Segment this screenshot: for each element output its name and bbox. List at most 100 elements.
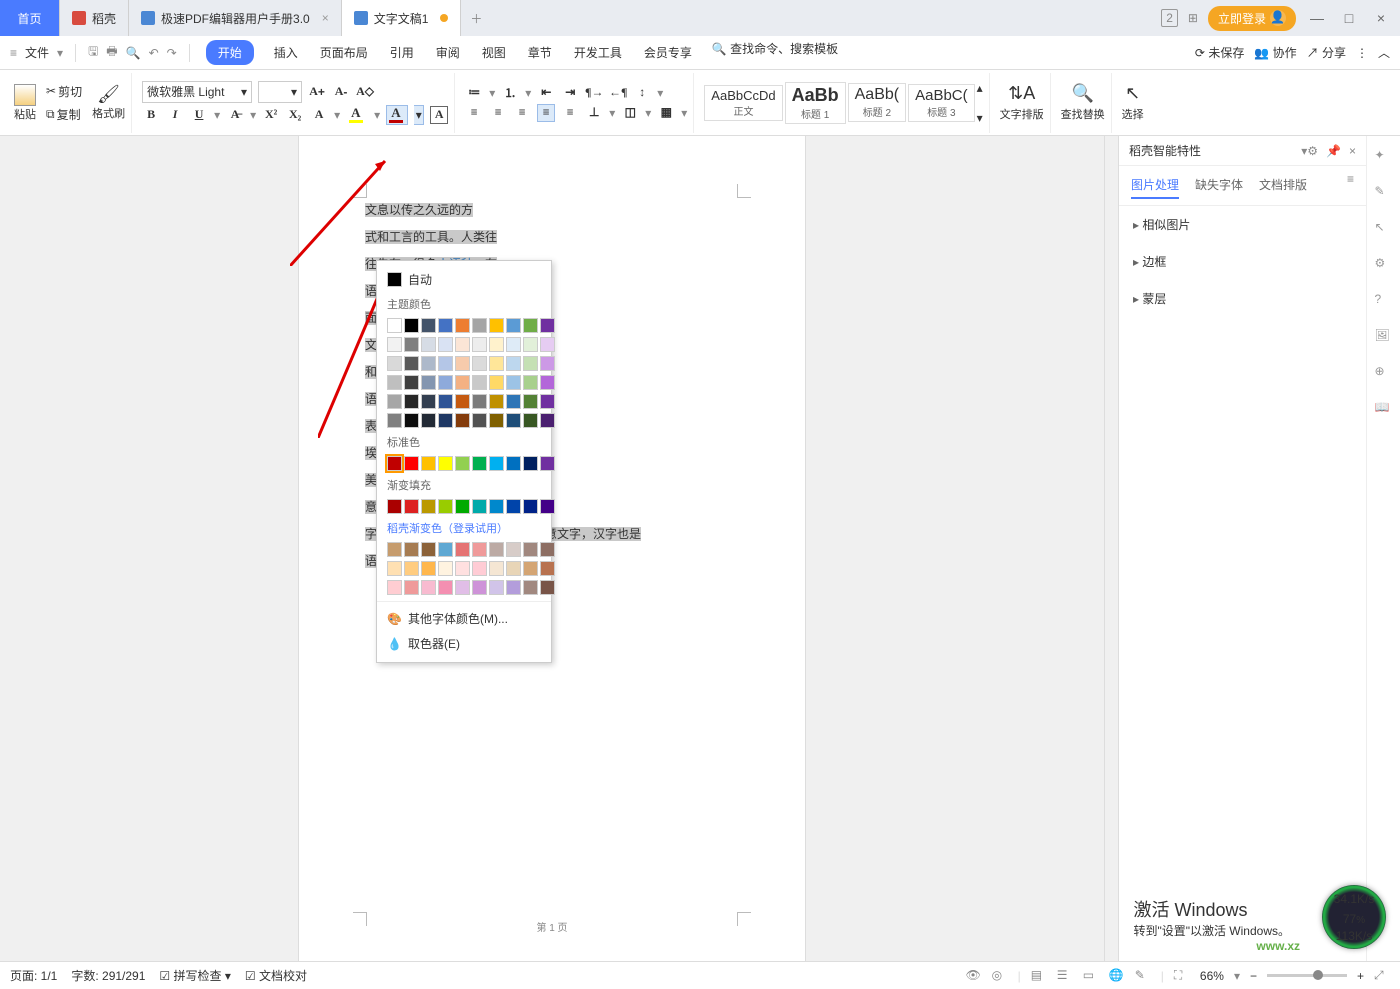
color-swatch[interactable]: [421, 580, 436, 595]
italic-button[interactable]: I: [166, 106, 184, 124]
help-icon[interactable]: ?: [1375, 292, 1393, 310]
undo-icon[interactable]: ↶: [149, 46, 159, 60]
color-swatch[interactable]: [455, 561, 470, 576]
more-icon[interactable]: ⋮: [1356, 46, 1368, 60]
align-distribute-icon[interactable]: ≡: [561, 104, 579, 122]
color-swatch[interactable]: [489, 318, 504, 333]
color-swatch[interactable]: [489, 499, 504, 514]
color-swatch[interactable]: [455, 394, 470, 409]
tab-reference[interactable]: 引用: [388, 40, 416, 65]
paste-icon[interactable]: [14, 84, 36, 106]
unsaved-indicator[interactable]: ⟳ 未保存: [1195, 44, 1244, 61]
hamburger-icon[interactable]: ≡: [10, 46, 17, 60]
zoom-in-button[interactable]: +: [1357, 969, 1364, 983]
color-swatch[interactable]: [472, 394, 487, 409]
color-swatch[interactable]: [506, 542, 521, 557]
color-swatch[interactable]: [540, 456, 555, 471]
color-swatch[interactable]: [489, 394, 504, 409]
vertical-scrollbar[interactable]: [1104, 136, 1118, 961]
color-swatch[interactable]: [472, 413, 487, 428]
border-icon[interactable]: ▦: [657, 104, 675, 122]
color-swatch[interactable]: [540, 499, 555, 514]
color-auto[interactable]: 自动: [377, 267, 551, 292]
cut-button[interactable]: ✂ 剪切: [42, 81, 86, 102]
tab-start[interactable]: 开始: [206, 40, 254, 65]
color-swatch[interactable]: [455, 542, 470, 557]
grid-icon[interactable]: ⊞: [1188, 11, 1198, 25]
color-swatch[interactable]: [387, 456, 402, 471]
color-swatch[interactable]: [489, 375, 504, 390]
color-swatch[interactable]: [387, 561, 402, 576]
focus-icon[interactable]: ◎: [992, 968, 1008, 984]
color-swatch[interactable]: [387, 542, 402, 557]
page-indicator[interactable]: 页面: 1/1: [10, 967, 57, 984]
color-swatch[interactable]: [489, 337, 504, 352]
color-swatch[interactable]: [404, 580, 419, 595]
clear-format-icon[interactable]: A◇: [356, 83, 374, 101]
color-swatch[interactable]: [472, 456, 487, 471]
zoom-out-button[interactable]: −: [1250, 969, 1257, 983]
indent-decrease-icon[interactable]: ⇤: [537, 84, 555, 102]
panel-tab-more-icon[interactable]: ≡: [1347, 172, 1354, 199]
book-icon[interactable]: 📖: [1375, 400, 1393, 418]
tab-docer[interactable]: 稻壳: [60, 0, 129, 36]
color-swatch[interactable]: [404, 542, 419, 557]
color-swatch[interactable]: [455, 318, 470, 333]
align-justify-icon[interactable]: ≡: [537, 104, 555, 122]
image-icon[interactable]: 🖼: [1375, 328, 1393, 346]
sparkle-icon[interactable]: ✦: [1375, 148, 1393, 166]
color-swatch[interactable]: [404, 356, 419, 371]
settings-slider-icon[interactable]: ⚙: [1375, 256, 1393, 274]
format-painter-icon[interactable]: 🖌: [97, 84, 120, 105]
close-icon[interactable]: ×: [322, 11, 329, 25]
section-similar-image[interactable]: ▸ 相似图片: [1119, 206, 1366, 243]
color-swatch[interactable]: [438, 413, 453, 428]
ltr-icon[interactable]: ¶→: [585, 84, 603, 102]
color-swatch[interactable]: [387, 413, 402, 428]
color-swatch[interactable]: [404, 456, 419, 471]
fit-icon[interactable]: ⛶: [1174, 968, 1190, 984]
color-swatch[interactable]: [404, 561, 419, 576]
color-swatch[interactable]: [455, 375, 470, 390]
color-swatch[interactable]: [438, 456, 453, 471]
tabstop-icon[interactable]: ⊥: [585, 104, 603, 122]
color-swatch[interactable]: [438, 318, 453, 333]
color-swatch[interactable]: [404, 375, 419, 390]
color-swatch[interactable]: [489, 580, 504, 595]
text-layout-group[interactable]: ⇅A 文字排版: [994, 73, 1051, 133]
font-color-dropdown[interactable]: ▾: [414, 105, 424, 125]
rtl-icon[interactable]: ←¶: [609, 84, 627, 102]
color-swatch[interactable]: [540, 542, 555, 557]
color-swatch[interactable]: [523, 456, 538, 471]
color-swatch[interactable]: [540, 394, 555, 409]
select-group[interactable]: ↖ 选择: [1116, 73, 1150, 133]
color-swatch[interactable]: [506, 337, 521, 352]
subscript-button[interactable]: X₂: [286, 106, 304, 124]
maximize-button[interactable]: □: [1338, 10, 1360, 26]
color-swatch[interactable]: [404, 394, 419, 409]
format-painter-button[interactable]: 格式刷: [92, 105, 125, 121]
align-left-icon[interactable]: ≡: [465, 104, 483, 122]
save-icon[interactable]: 🖫: [88, 42, 98, 63]
highlight-button[interactable]: A: [346, 105, 368, 125]
shading-icon[interactable]: ◫: [621, 104, 639, 122]
color-swatch[interactable]: [421, 394, 436, 409]
color-swatch[interactable]: [540, 318, 555, 333]
redo-icon[interactable]: ↷: [167, 46, 177, 60]
color-swatch[interactable]: [404, 413, 419, 428]
color-swatch[interactable]: [438, 542, 453, 557]
color-swatch[interactable]: [489, 413, 504, 428]
strikethrough-button[interactable]: A̶: [226, 106, 244, 124]
color-swatch[interactable]: [506, 561, 521, 576]
color-swatch[interactable]: [421, 337, 436, 352]
find-replace-group[interactable]: 🔍 查找替换: [1055, 73, 1112, 133]
color-swatch[interactable]: [472, 561, 487, 576]
color-swatch[interactable]: [472, 580, 487, 595]
color-swatch[interactable]: [387, 318, 402, 333]
color-swatch[interactable]: [472, 375, 487, 390]
color-swatch[interactable]: [455, 356, 470, 371]
numbering-icon[interactable]: ⒈: [501, 84, 519, 102]
underline-button[interactable]: U: [190, 106, 208, 124]
color-swatch[interactable]: [421, 456, 436, 471]
lineheight-icon[interactable]: ↕: [633, 84, 651, 102]
